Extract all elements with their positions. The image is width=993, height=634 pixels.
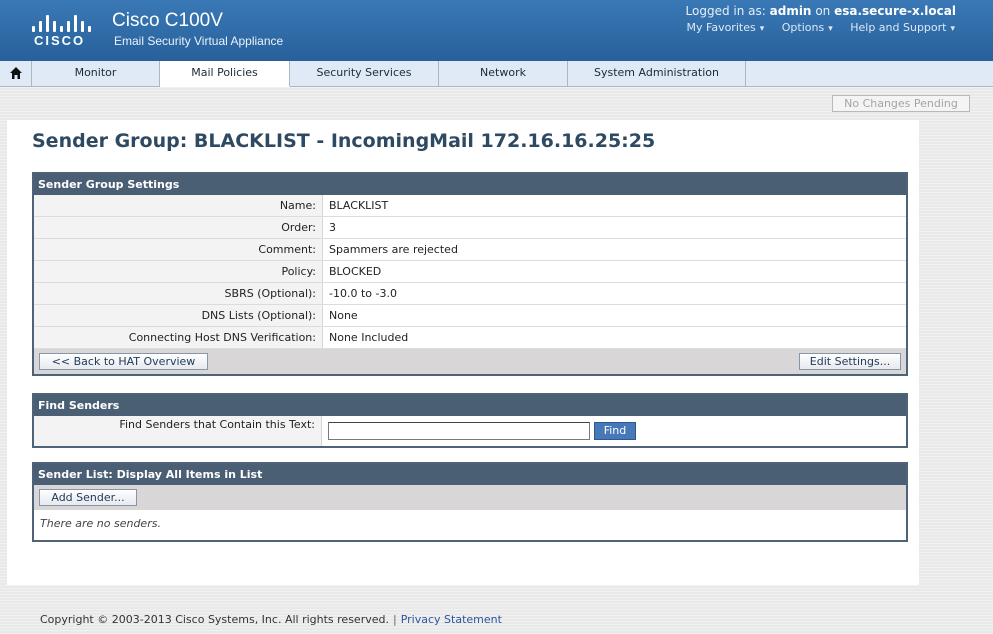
table-row: Connecting Host DNS Verification: None I… xyxy=(34,326,906,349)
product-subtitle: Email Security Virtual Appliance xyxy=(114,34,284,48)
my-favorites-label: My Favorites xyxy=(686,21,756,34)
table-row: SBRS (Optional): -10.0 to -3.0 xyxy=(34,282,906,305)
name-label: Name: xyxy=(34,195,323,217)
find-senders-header: Find Senders xyxy=(34,395,906,416)
help-support-menu[interactable]: Help and Support ▾ xyxy=(850,21,955,34)
back-to-hat-overview-button[interactable]: << Back to HAT Overview xyxy=(39,353,208,370)
table-row: DNS Lists (Optional): None xyxy=(34,304,906,327)
product-name: Cisco C100V xyxy=(112,10,223,31)
footer-separator: | xyxy=(392,613,397,626)
sender-list-header: Sender List: Display All Items in List xyxy=(34,464,906,485)
utility-nav: My Favorites ▾ Options ▾ Help and Support ▾ xyxy=(673,21,955,34)
table-row: Order: 3 xyxy=(34,216,906,239)
cisco-bars-icon xyxy=(30,14,94,32)
tab-security-services[interactable]: Security Services xyxy=(290,61,439,86)
sender-list-box: Sender List: Display All Items in List A… xyxy=(32,462,908,542)
dns-lists-label: DNS Lists (Optional): xyxy=(34,304,323,327)
sender-list-toolbar: Add Sender... xyxy=(34,485,906,510)
help-support-label: Help and Support xyxy=(850,21,947,34)
find-button[interactable]: Find xyxy=(594,422,636,440)
dns-verification-value: None Included xyxy=(322,326,906,349)
content-panel: Sender Group: BLACKLIST - IncomingMail 1… xyxy=(7,120,919,585)
policy-value: BLOCKED xyxy=(322,260,906,283)
settings-table: Name: BLACKLIST Order: 3 Comment: Spamme… xyxy=(34,195,906,349)
main-nav: Monitor Mail Policies Security Services … xyxy=(0,61,993,87)
sender-group-settings-box: Sender Group Settings Name: BLACKLIST Or… xyxy=(32,172,908,376)
cisco-logo: CISCO xyxy=(30,14,94,48)
name-value: BLACKLIST xyxy=(322,195,906,217)
order-label: Order: xyxy=(34,216,323,239)
tab-network[interactable]: Network xyxy=(439,61,568,86)
login-prefix: Logged in as: xyxy=(685,4,766,18)
privacy-statement-link[interactable]: Privacy Statement xyxy=(401,613,502,626)
login-host: esa.secure-x.local xyxy=(834,4,956,18)
options-menu[interactable]: Options ▾ xyxy=(782,21,833,34)
comment-value: Spammers are rejected xyxy=(322,238,906,261)
tab-mail-policies[interactable]: Mail Policies xyxy=(160,61,290,87)
add-sender-button[interactable]: Add Sender... xyxy=(39,489,137,506)
find-senders-label: Find Senders that Contain this Text: xyxy=(34,416,322,446)
tab-monitor[interactable]: Monitor xyxy=(32,61,160,86)
chevron-down-icon: ▾ xyxy=(759,24,765,34)
login-info: Logged in as: admin on esa.secure-x.loca… xyxy=(686,4,956,18)
sbrs-value: -10.0 to -3.0 xyxy=(322,282,906,305)
home-icon xyxy=(10,67,22,79)
my-favorites-menu[interactable]: My Favorites ▾ xyxy=(687,21,765,34)
settings-footer: << Back to HAT Overview Edit Settings... xyxy=(34,349,906,374)
policy-label: Policy: xyxy=(34,260,323,283)
chevron-down-icon: ▾ xyxy=(828,24,833,34)
chevron-down-icon: ▾ xyxy=(950,24,955,34)
find-senders-box: Find Senders Find Senders that Contain t… xyxy=(32,393,908,448)
login-user: admin xyxy=(769,4,812,18)
table-row: Comment: Spammers are rejected xyxy=(34,238,906,261)
sender-group-settings-header: Sender Group Settings xyxy=(34,174,906,195)
dns-verification-label: Connecting Host DNS Verification: xyxy=(34,326,323,349)
tab-system-administration[interactable]: System Administration xyxy=(568,61,746,86)
find-senders-row: Find Senders that Contain this Text: Fin… xyxy=(34,416,906,446)
table-row: Name: BLACKLIST xyxy=(34,195,906,217)
sbrs-label: SBRS (Optional): xyxy=(34,282,323,305)
copyright-text: Copyright © 2003-2013 Cisco Systems, Inc… xyxy=(40,613,389,626)
options-label: Options xyxy=(781,21,825,34)
no-changes-pending-button[interactable]: No Changes Pending xyxy=(832,95,970,112)
home-button[interactable] xyxy=(0,61,32,86)
header: CISCO Cisco C100V Email Security Virtual… xyxy=(0,0,993,61)
order-value: 3 xyxy=(322,216,906,239)
login-on: on xyxy=(815,4,831,18)
edit-settings-button[interactable]: Edit Settings... xyxy=(799,353,901,370)
find-senders-input[interactable] xyxy=(328,422,590,440)
dns-lists-value: None xyxy=(322,304,906,327)
comment-label: Comment: xyxy=(34,238,323,261)
no-senders-message: There are no senders. xyxy=(40,517,161,530)
page-title: Sender Group: BLACKLIST - IncomingMail 1… xyxy=(32,130,656,152)
cisco-wordmark: CISCO xyxy=(34,33,86,48)
page-footer: Copyright © 2003-2013 Cisco Systems, Inc… xyxy=(40,613,502,626)
table-row: Policy: BLOCKED xyxy=(34,260,906,283)
